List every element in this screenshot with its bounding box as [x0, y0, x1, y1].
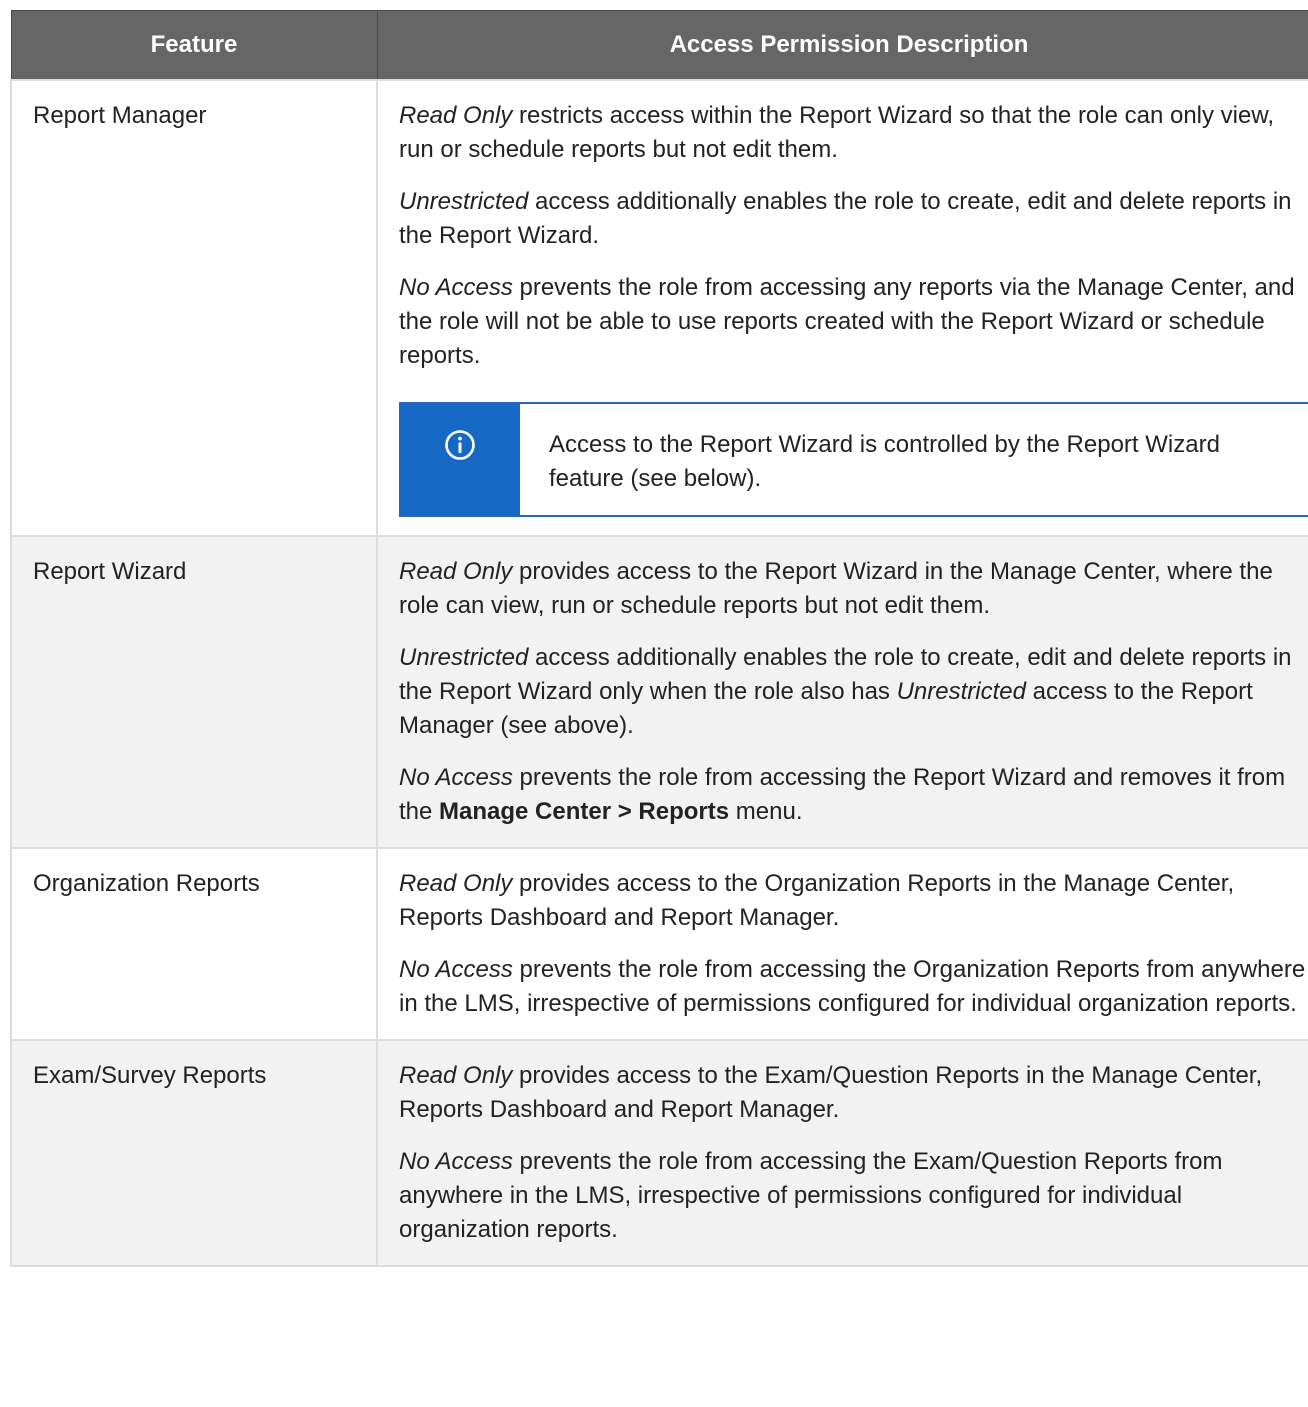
description-paragraph: Unrestricted access additionally enables… — [399, 188, 1292, 249]
description-cell: Read Only provides access to the Organiz… — [376, 847, 1308, 1041]
feature-cell: Report Wizard — [10, 535, 378, 849]
table-row: Organization Reports Read Only provides … — [10, 847, 1308, 1041]
emphasis-text: No Access — [399, 1148, 513, 1175]
info-note-icon-box — [399, 404, 520, 515]
table-header-row: Feature Access Permission Description — [10, 10, 1308, 81]
header-feature: Feature — [10, 10, 378, 81]
emphasis-text: Unrestricted — [399, 188, 529, 215]
emphasis-text: Unrestricted — [896, 678, 1026, 705]
emphasis-text: No Access — [399, 274, 513, 301]
description-paragraph: No Access prevents the role from accessi… — [399, 1148, 1223, 1243]
info-note: Access to the Report Wizard is controlle… — [399, 402, 1308, 517]
feature-cell: Organization Reports — [10, 847, 378, 1041]
emphasis-text: No Access — [399, 956, 513, 983]
description-paragraph: No Access prevents the role from accessi… — [399, 764, 1286, 825]
description-paragraph: Read Only provides access to the Report … — [399, 558, 1273, 619]
description-paragraph: Read Only provides access to the Organiz… — [399, 870, 1235, 931]
info-note-text: Access to the Report Wizard is controlle… — [549, 431, 1220, 492]
menu-path-text: Manage Center > Reports — [439, 798, 730, 825]
description-paragraph: No Access prevents the role from accessi… — [399, 274, 1295, 369]
description-cell: Read Only provides access to the Report … — [376, 535, 1308, 849]
emphasis-text: No Access — [399, 764, 513, 791]
table-row: Exam/Survey Reports Read Only provides a… — [10, 1039, 1308, 1267]
description-cell: Read Only provides access to the Exam/Qu… — [376, 1039, 1308, 1267]
table-row: Report Wizard Read Only provides access … — [10, 535, 1308, 849]
header-access-permission-description: Access Permission Description — [376, 10, 1308, 81]
emphasis-text: Unrestricted — [399, 644, 529, 671]
info-icon — [444, 430, 475, 460]
emphasis-text: Read Only — [399, 558, 513, 585]
description-cell: Read Only restricts access within the Re… — [376, 79, 1308, 537]
feature-cell: Report Manager — [10, 79, 378, 537]
emphasis-text: Read Only — [399, 102, 513, 129]
emphasis-text: Read Only — [399, 1062, 513, 1089]
description-paragraph: Unrestricted access additionally enables… — [399, 644, 1292, 739]
table-row: Report Manager Read Only restricts acces… — [10, 79, 1308, 537]
description-paragraph: Read Only provides access to the Exam/Qu… — [399, 1062, 1263, 1123]
emphasis-text: Read Only — [399, 870, 513, 897]
description-paragraph: Read Only restricts access within the Re… — [399, 102, 1275, 163]
permissions-table: Feature Access Permission Description Re… — [10, 10, 1308, 1267]
feature-cell: Exam/Survey Reports — [10, 1039, 378, 1267]
description-paragraph: No Access prevents the role from accessi… — [399, 956, 1306, 1017]
